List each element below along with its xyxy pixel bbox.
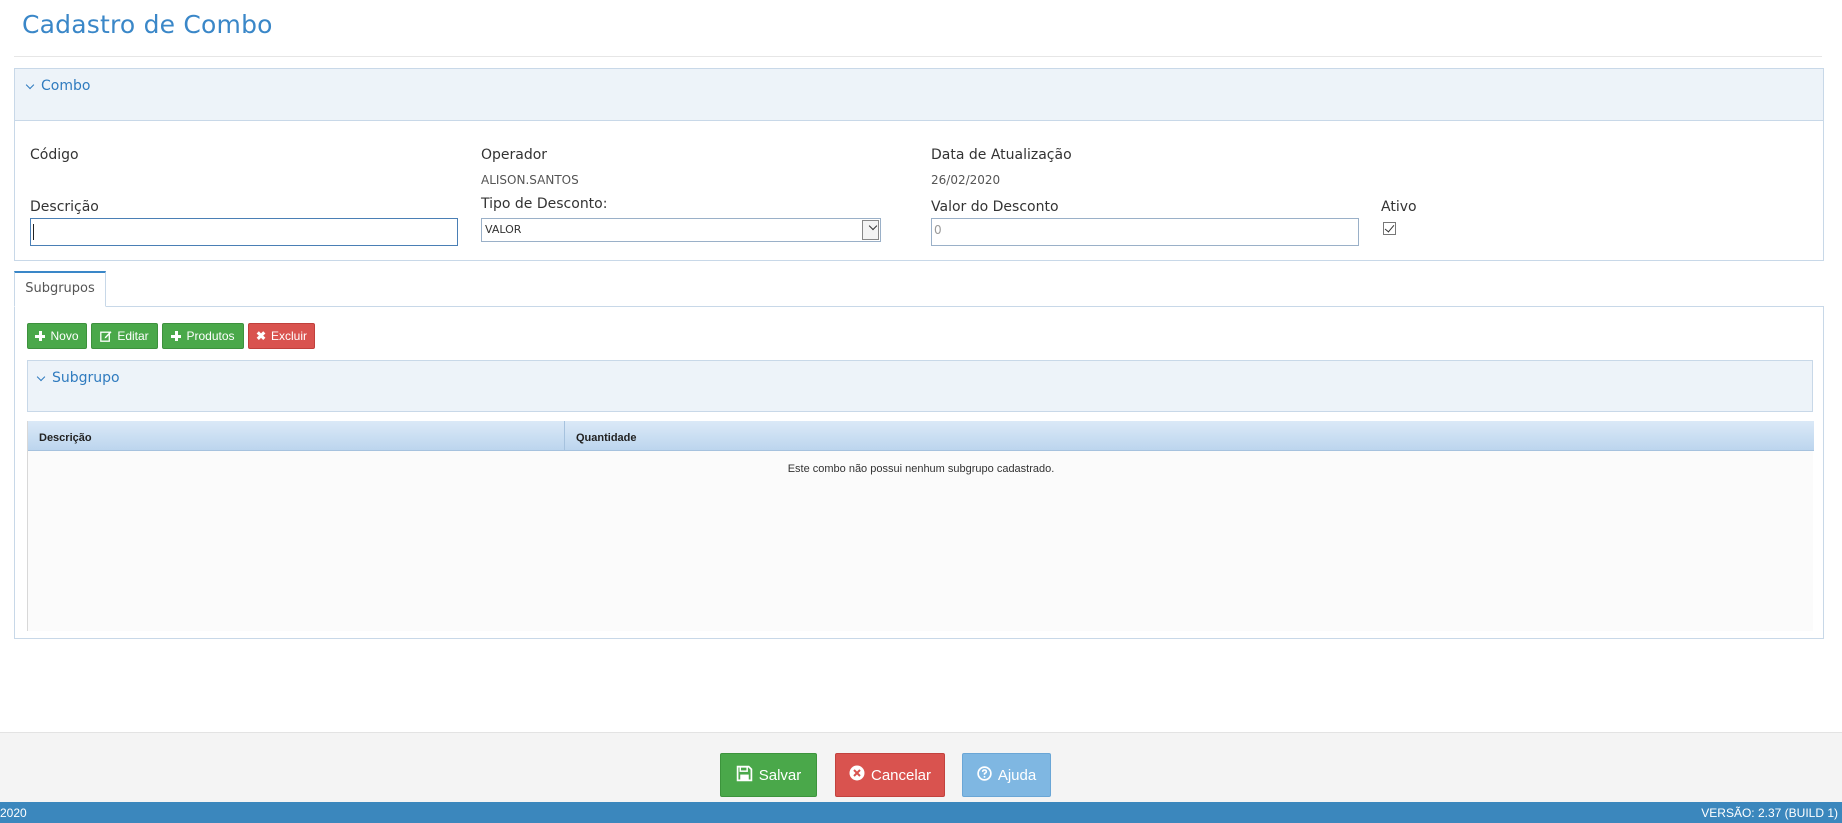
novo-button[interactable]: Novo	[27, 323, 87, 349]
version-label: VERSÃO: 2.37 (BUILD 1)	[1701, 806, 1838, 820]
excluir-label: Excluir	[271, 329, 308, 343]
descricao-label: Descrição	[30, 199, 99, 215]
produtos-label: Produtos	[186, 329, 235, 343]
tipo-desconto-value: VALOR	[485, 223, 522, 236]
produtos-button[interactable]: Produtos	[162, 323, 244, 349]
operador-value: ALISON.SANTOS	[481, 173, 579, 187]
chevron-down-icon	[25, 80, 35, 89]
valor-desconto-label: Valor do Desconto	[931, 199, 1059, 215]
combo-panel: Combo Código Operador ALISON.SANTOS Data…	[14, 68, 1824, 261]
plus-icon	[35, 331, 46, 341]
edit-icon	[100, 330, 112, 342]
column-header-descricao[interactable]: Descrição	[28, 421, 564, 451]
salvar-button[interactable]: Salvar	[720, 753, 817, 797]
plus-icon	[171, 331, 182, 341]
ajuda-button[interactable]: Ajuda	[962, 753, 1051, 797]
subgrupo-header-title[interactable]: Subgrupo	[36, 370, 120, 386]
times-icon: ✖	[255, 329, 267, 343]
salvar-label: Salvar	[758, 766, 802, 784]
table-empty-message: Este combo não possui nenhum subgrupo ca…	[787, 463, 1055, 475]
data-atualizacao-value: 26/02/2020	[931, 173, 1001, 187]
cancelar-button[interactable]: Cancelar	[835, 753, 945, 797]
check-icon	[1384, 222, 1395, 233]
editar-label: Editar	[117, 329, 149, 343]
novo-label: Novo	[50, 329, 79, 343]
chevron-down-icon	[36, 372, 46, 381]
subgrupos-table: Descrição Quantidade Este combo não poss…	[27, 421, 1814, 631]
editar-button[interactable]: Editar	[91, 323, 158, 349]
footer-action-bar: Salvar Cancelar Ajuda	[0, 732, 1842, 802]
codigo-label: Código	[30, 147, 79, 163]
combo-panel-header[interactable]: Combo	[15, 69, 1823, 121]
excluir-button[interactable]: ✖ Excluir	[248, 323, 315, 349]
floppy-disk-icon	[736, 765, 753, 786]
data-atualizacao-label: Data de Atualização	[931, 147, 1072, 163]
tipo-desconto-select[interactable]: VALOR	[481, 218, 881, 242]
text-caret	[33, 224, 34, 240]
valor-desconto-value: 0	[934, 223, 942, 237]
chevron-down-icon	[868, 221, 878, 231]
cancelar-label: Cancelar	[870, 766, 932, 784]
subgrupos-panel: Novo Editar Produtos ✖ Excluir Subgrupo …	[14, 306, 1824, 639]
table-header: Descrição Quantidade	[28, 421, 1814, 451]
subgrupo-header-label: Subgrupo	[52, 370, 120, 386]
title-divider	[14, 56, 1822, 57]
status-bar: 2020 VERSÃO: 2.37 (BUILD 1)	[0, 802, 1842, 823]
combo-header-title[interactable]: Combo	[25, 78, 90, 94]
column-header-quantidade[interactable]: Quantidade	[564, 421, 1814, 451]
valor-desconto-input[interactable]: 0	[931, 218, 1359, 246]
dropdown-button[interactable]	[862, 220, 879, 240]
ativo-label: Ativo	[1381, 199, 1417, 215]
subgrupo-section-header[interactable]: Subgrupo	[27, 360, 1813, 412]
ajuda-label: Ajuda	[997, 766, 1037, 784]
page-title: Cadastro de Combo	[22, 10, 273, 39]
tab-subgrupos[interactable]: Subgrupos	[14, 271, 106, 307]
status-year: 2020	[0, 806, 27, 820]
descricao-input[interactable]	[30, 218, 458, 246]
question-circle-icon	[977, 765, 992, 785]
combo-header-label: Combo	[41, 78, 91, 94]
ativo-checkbox[interactable]	[1383, 222, 1396, 235]
times-circle-icon	[849, 765, 865, 785]
operador-label: Operador	[481, 147, 548, 163]
tipo-desconto-label: Tipo de Desconto:	[481, 196, 608, 212]
